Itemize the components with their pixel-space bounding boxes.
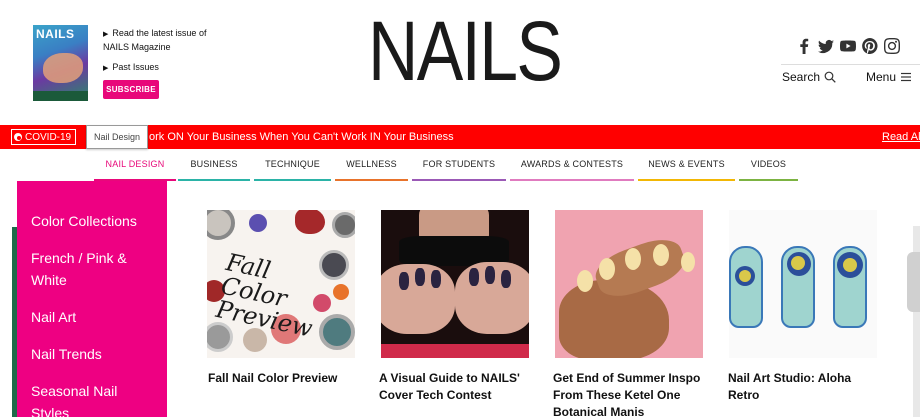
nail-graphic <box>681 252 695 272</box>
menu-button[interactable]: Menu <box>866 70 912 84</box>
promo-block: ▶ Read the latest issue of NAILS Magazine… <box>103 27 206 72</box>
nav-item-technique[interactable]: TECHNIQUE <box>254 149 331 181</box>
nail-graphic <box>653 244 669 266</box>
menu-label: Menu <box>866 70 897 84</box>
cover-bar <box>33 91 88 101</box>
sidebar-item-french-pink-white[interactable]: French / Pink & White <box>31 247 159 291</box>
sidebar-item-color-collections[interactable]: Color Collections <box>31 210 159 232</box>
nav-item-for-students[interactable]: FOR STUDENTS <box>412 149 506 181</box>
header-divider <box>781 64 920 65</box>
pattern-dot <box>739 270 751 282</box>
article-thumbnail[interactable] <box>729 210 877 358</box>
carousel-next-handle[interactable] <box>907 252 920 312</box>
nav-item-videos[interactable]: VIDEOS <box>739 149 798 181</box>
pinterest-icon[interactable] <box>862 38 878 54</box>
sidebar-item-seasonal-nail-styles[interactable]: Seasonal Nail Styles <box>31 380 159 417</box>
press-on-nail-graphic <box>729 246 763 328</box>
nav-label: WELLNESS <box>346 159 397 169</box>
promo-read-link[interactable]: ▶ Read the latest issue of <box>103 27 206 41</box>
nav-label: AWARDS & CONTESTS <box>520 159 624 169</box>
nav-label: VIDEOS <box>750 159 787 169</box>
site-header: NAILS ▶ Read the latest issue of NAILS Ma… <box>0 0 920 125</box>
nail-graphic <box>501 270 511 288</box>
nail-graphic <box>415 268 425 286</box>
cover-title: NAILS <box>36 27 75 41</box>
promo-read-text: Read the latest issue of <box>112 28 207 38</box>
nav-item-business[interactable]: BUSINESS <box>178 149 250 181</box>
facebook-icon[interactable] <box>796 38 812 54</box>
polish-bottle-graphic <box>207 210 235 240</box>
article-title[interactable]: Fall Nail Color Preview <box>208 370 363 387</box>
youtube-icon[interactable] <box>840 38 856 54</box>
social-links <box>796 38 900 54</box>
twitter-icon[interactable] <box>818 38 834 54</box>
nav-label: BUSINESS <box>190 159 238 169</box>
past-issues-text: Past Issues <box>112 62 159 72</box>
article-title[interactable]: Nail Art Studio: Aloha Retro <box>728 370 883 404</box>
article-thumbnail[interactable]: Fall Color Preview <box>207 210 355 358</box>
past-issues-link[interactable]: ▶ Past Issues <box>103 61 159 75</box>
mega-menu-sidebar: Color Collections French / Pink & White … <box>17 181 167 417</box>
article-card[interactable]: Nail Art Studio: Aloha Retro <box>728 210 879 402</box>
subscribe-button[interactable]: SUBSCRIBE <box>103 80 159 99</box>
search-icon <box>824 71 836 83</box>
magazine-cover-image[interactable]: NAILS <box>33 25 88 101</box>
polish-dot-graphic <box>333 284 349 300</box>
pattern-dot <box>843 258 857 272</box>
press-on-nail-graphic <box>781 246 815 328</box>
nail-graphic <box>599 258 615 280</box>
nav-item-nail-design[interactable]: NAIL DESIGN <box>94 149 176 181</box>
nav-item-awards-contests[interactable]: AWARDS & CONTESTS <box>510 149 634 181</box>
read-all-link[interactable]: Read All <box>882 131 920 143</box>
hamburger-icon <box>901 72 912 82</box>
article-card[interactable]: Fall Color Preview Fall Nail Color Previ… <box>207 210 357 385</box>
ticker-headline[interactable]: ork ON Your Business When You Can't Work… <box>149 131 454 143</box>
site-logo[interactable]: NAILS <box>368 6 563 96</box>
nav-label: TECHNIQUE <box>265 159 320 169</box>
caret-right-icon: ▶ <box>103 31 109 38</box>
article-title[interactable]: A Visual Guide to NAILS' Cover Tech Cont… <box>379 370 534 404</box>
search-label: Search <box>782 70 821 84</box>
nav-label: NAIL DESIGN <box>105 159 165 169</box>
nav-label: NEWS & EVENTS <box>648 159 725 169</box>
sidebar-item-nail-trends[interactable]: Nail Trends <box>31 343 159 365</box>
main-nav: NAIL DESIGN BUSINESS TECHNIQUE WELLNESS … <box>0 149 920 181</box>
caret-right-icon: ▶ <box>103 65 109 72</box>
article-thumbnail[interactable] <box>381 210 529 358</box>
polish-dot-graphic <box>249 214 267 232</box>
article-card[interactable]: A Visual Guide to NAILS' Cover Tech Cont… <box>379 210 531 402</box>
nav-item-news-events[interactable]: NEWS & EVENTS <box>638 149 735 181</box>
nail-graphic <box>399 272 409 290</box>
nail-graphic <box>431 270 441 288</box>
nail-graphic <box>469 268 479 286</box>
polish-bottle-graphic <box>332 212 355 238</box>
search-button[interactable]: Search <box>782 70 836 84</box>
nav-item-wellness[interactable]: WELLNESS <box>335 149 408 181</box>
shirt-graphic <box>381 344 529 358</box>
instagram-icon[interactable] <box>884 38 900 54</box>
article-card[interactable]: Get End of Summer Inspo From These Ketel… <box>553 210 705 417</box>
polish-bottle-graphic <box>207 322 233 352</box>
polish-splash-graphic <box>295 210 325 234</box>
nav-label: FOR STUDENTS <box>422 159 496 169</box>
covid-badge[interactable]: COVID-19 <box>11 129 77 145</box>
promo-read-line2[interactable]: NAILS Magazine <box>103 41 206 54</box>
nail-graphic <box>577 270 593 292</box>
press-on-nail-graphic <box>833 246 867 328</box>
nav-tooltip: Nail Design <box>86 125 148 149</box>
nail-graphic <box>485 266 495 284</box>
pattern-dot <box>791 256 805 270</box>
article-thumbnail[interactable] <box>555 210 703 358</box>
cover-hand-graphic <box>43 53 83 83</box>
radio-dot-icon <box>14 133 22 141</box>
sidebar-item-nail-art[interactable]: Nail Art <box>31 306 159 328</box>
covid-label: COVID-19 <box>25 131 72 143</box>
article-title[interactable]: Get End of Summer Inspo From These Ketel… <box>553 370 708 417</box>
nail-graphic <box>625 248 641 270</box>
